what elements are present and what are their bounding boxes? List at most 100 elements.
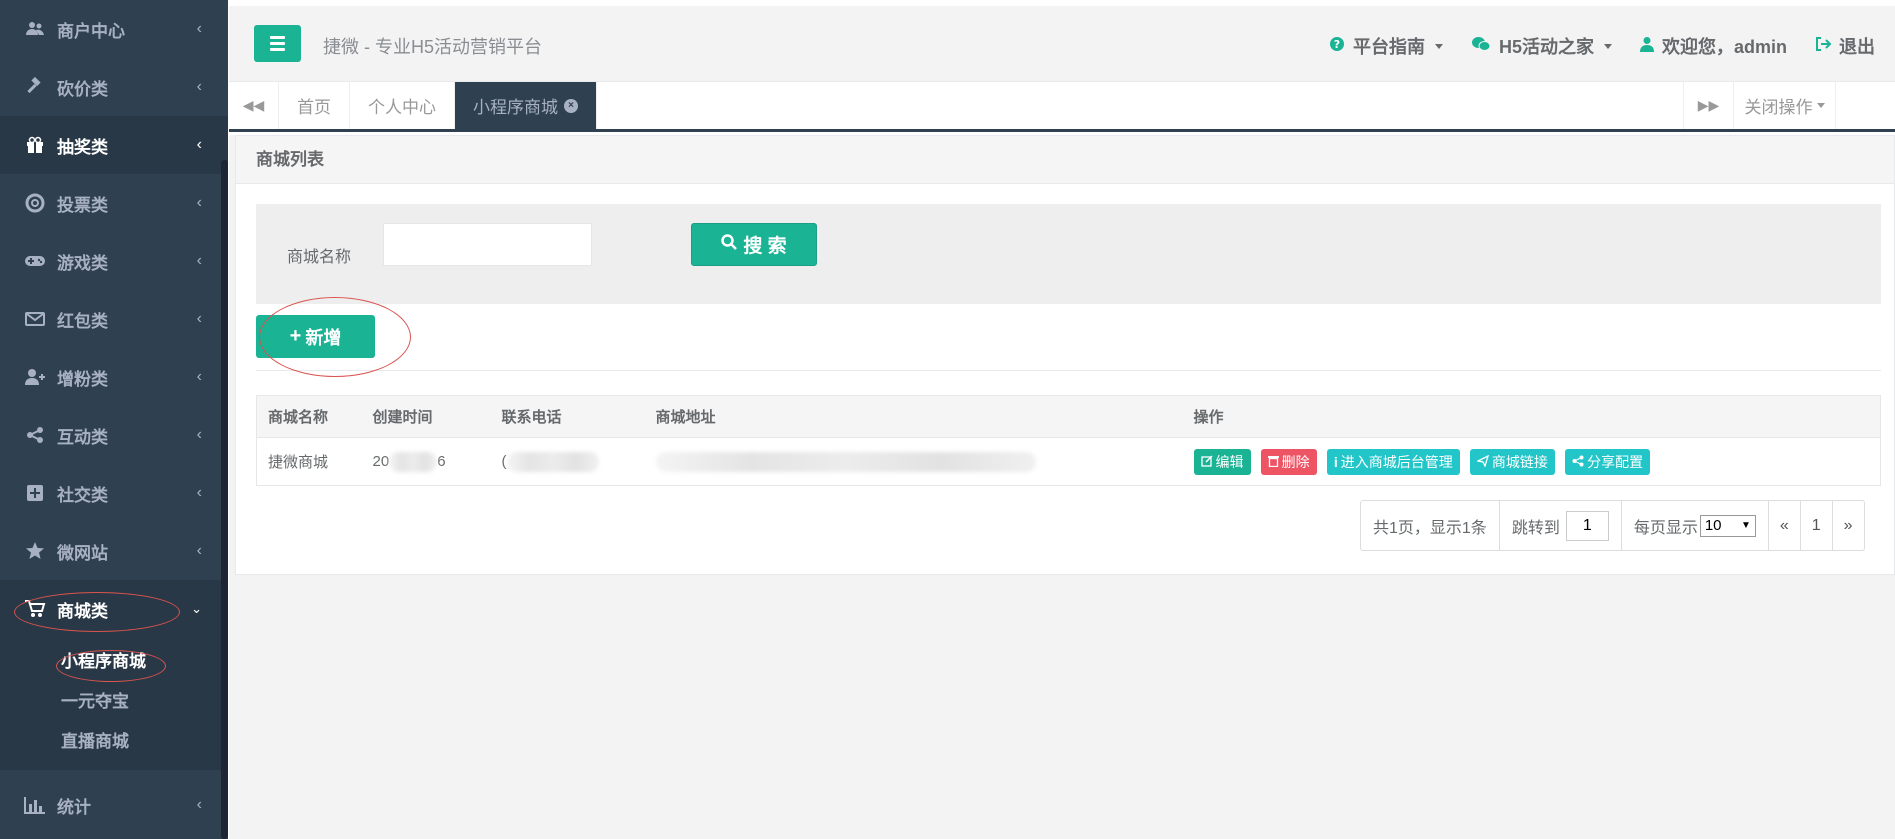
sidebar-item-interactive[interactable]: 互动类 ‹ xyxy=(0,406,228,464)
wechat-icon xyxy=(1471,36,1491,57)
sidebar-item-label: 商城类 xyxy=(57,601,108,621)
tab-mini-program-mall[interactable]: 小程序商城 × xyxy=(455,82,597,129)
info-icon: i xyxy=(1333,453,1338,470)
jump-label: 跳转到 xyxy=(1511,519,1560,537)
welcome-user[interactable]: 欢迎您，admin xyxy=(1639,33,1787,59)
jump-to-page: 跳转到 xyxy=(1500,501,1622,550)
created-time-visible: 6 xyxy=(437,452,446,470)
caret-down-icon xyxy=(1434,43,1443,49)
sidebar-item-merchant-center[interactable]: 商户中心 ‹ xyxy=(0,0,228,58)
platform-guide-dropdown[interactable]: ? 平台指南 xyxy=(1329,33,1443,59)
enter-mall-admin-button[interactable]: i 进入商城后台管理 xyxy=(1326,448,1460,475)
column-header: 联系电话 xyxy=(490,395,645,438)
prev-page-button[interactable]: « xyxy=(1769,501,1801,550)
user-icon xyxy=(1639,36,1654,57)
sidebar-item-label: 游戏类 xyxy=(57,253,108,273)
sidebar-item-lottery[interactable]: 抽奖类 ‹ xyxy=(0,116,228,174)
menu-toggle-button[interactable] xyxy=(254,25,301,62)
delete-button[interactable]: 删除 xyxy=(1260,448,1317,475)
sidebar-item-vote[interactable]: 投票类 ‹ xyxy=(0,174,228,232)
cell-phone: ( xyxy=(490,437,645,486)
per-page-select[interactable]: 10 ▼ xyxy=(1699,514,1756,537)
sidebar-item-mall[interactable]: 商城类 ⌄ xyxy=(0,580,228,638)
enter-mall-admin-label: 进入商城后台管理 xyxy=(1340,453,1453,470)
gift-icon xyxy=(22,134,48,156)
tab-personal-center[interactable]: 个人中心 xyxy=(350,82,455,129)
brand-title: 捷微 - 专业H5活动营销平台 xyxy=(323,37,543,57)
sidebar-item-social[interactable]: 社交类 ‹ xyxy=(0,464,228,522)
mall-list-panel: 商城列表 商城名称 搜 索 + 新增 商城名称 创建时间 联系电话 商城地址 操… xyxy=(235,135,1895,575)
next-page-button[interactable]: » xyxy=(1833,501,1864,550)
forward-icon: ▶▶ xyxy=(1697,97,1720,113)
dropdown-arrow-icon: ▼ xyxy=(1740,520,1751,531)
share-config-label: 分享配置 xyxy=(1587,453,1644,470)
share-icon xyxy=(22,424,48,446)
table-row: 捷微商城 20 6 ( 编辑 删除 i 进入商城后台管理 商城链接 分享配置 xyxy=(256,437,1881,486)
sidebar-item-microsite[interactable]: 微网站 ‹ xyxy=(0,522,228,580)
per-page-value: 10 xyxy=(1704,517,1722,534)
bar-chart-icon xyxy=(22,794,48,816)
per-page: 每页显示 10 ▼ xyxy=(1622,501,1769,550)
logout-link[interactable]: 退出 xyxy=(1815,33,1875,59)
chevron-left-icon: ‹ xyxy=(196,796,202,813)
sidebar-item-redpacket[interactable]: 红包类 ‹ xyxy=(0,290,228,348)
per-page-label: 每页显示 xyxy=(1633,519,1698,537)
sidebar-item-games[interactable]: 游戏类 ‹ xyxy=(0,232,228,290)
submenu-item-mini-program-mall[interactable]: 小程序商城 xyxy=(0,642,228,682)
logout-label: 退出 xyxy=(1839,37,1875,57)
gamepad-icon xyxy=(22,250,48,272)
created-time-visible: 20 xyxy=(372,452,390,470)
sidebar-item-label: 砍价类 xyxy=(57,79,108,99)
submenu-item-live-mall[interactable]: 直播商城 xyxy=(0,722,228,762)
mall-submenu: 小程序商城 一元夺宝 直播商城 xyxy=(0,638,228,770)
content-area: 商城列表 商城名称 搜 索 + 新增 商城名称 创建时间 联系电话 商城地址 操… xyxy=(229,135,1895,839)
sidebar-item-fans[interactable]: 增粉类 ‹ xyxy=(0,348,228,406)
h5-home-dropdown[interactable]: H5活动之家 xyxy=(1471,33,1612,59)
sidebar-scrollbar[interactable] xyxy=(221,160,228,839)
users-icon xyxy=(22,18,48,40)
tabs-scroll-right-button[interactable]: ▶▶ xyxy=(1683,82,1733,129)
tab-home[interactable]: 首页 xyxy=(279,82,350,129)
panel-title: 商城列表 xyxy=(236,136,1894,184)
redacted-blur xyxy=(655,451,1036,472)
search-button[interactable]: 搜 索 xyxy=(691,223,817,266)
chevron-left-icon: ‹ xyxy=(196,252,202,269)
sidebar-item-label: 投票类 xyxy=(57,195,108,215)
sidebar: 商户中心 ‹ 砍价类 ‹ 抽奖类 ‹ 投票类 ‹ 游戏类 ‹ 红包类 ‹ 增粉类… xyxy=(0,0,228,839)
chevron-down-icon: ⌄ xyxy=(191,601,202,616)
chevron-left-icon: ‹ xyxy=(196,20,202,37)
edit-button[interactable]: 编辑 xyxy=(1193,448,1251,475)
sidebar-item-label: 微网站 xyxy=(57,543,108,563)
mall-link-button[interactable]: 商城链接 xyxy=(1469,448,1555,475)
column-header: 商城地址 xyxy=(644,395,1183,438)
tabs-bar: ◀◀ 首页 个人中心 小程序商城 × ▶▶ 关闭操作 xyxy=(229,82,1895,132)
mall-name-input[interactable] xyxy=(383,223,592,266)
plus-icon: + xyxy=(289,325,302,347)
cart-icon xyxy=(22,598,48,620)
mall-link-label: 商城链接 xyxy=(1491,453,1548,470)
chevron-left-icon: ‹ xyxy=(196,426,202,443)
envelope-icon xyxy=(22,308,48,330)
tabs-scroll-left-button[interactable]: ◀◀ xyxy=(229,82,279,129)
chevron-left-icon: ‹ xyxy=(196,310,202,327)
sidebar-item-label: 互动类 xyxy=(57,427,108,447)
star-icon xyxy=(22,540,48,562)
close-operations-label: 关闭操作 xyxy=(1744,98,1813,117)
search-form: 商城名称 搜 索 xyxy=(256,204,1881,304)
add-button[interactable]: + 新增 xyxy=(256,315,375,358)
submenu-item-one-yuan[interactable]: 一元夺宝 xyxy=(0,682,228,722)
plus-square-icon xyxy=(22,482,48,504)
sidebar-item-statistics[interactable]: 统计 ‹ xyxy=(0,776,228,834)
close-operations-dropdown[interactable]: 关闭操作 xyxy=(1733,82,1835,129)
paper-plane-icon xyxy=(1475,454,1489,470)
pagination: 共1页，显示1条 跳转到 每页显示 10 ▼ « 1 » xyxy=(1360,500,1865,551)
sidebar-item-label: 统计 xyxy=(57,797,91,817)
share-config-button[interactable]: 分享配置 xyxy=(1565,448,1651,475)
chevron-left-icon: ‹ xyxy=(196,484,202,501)
tab-label: 个人中心 xyxy=(368,98,436,117)
jump-page-input[interactable] xyxy=(1565,510,1609,541)
page-1-button[interactable]: 1 xyxy=(1801,501,1833,550)
sidebar-item-bargain[interactable]: 砍价类 ‹ xyxy=(0,58,228,116)
cell-address xyxy=(644,437,1183,486)
close-tab-icon[interactable]: × xyxy=(564,98,578,113)
